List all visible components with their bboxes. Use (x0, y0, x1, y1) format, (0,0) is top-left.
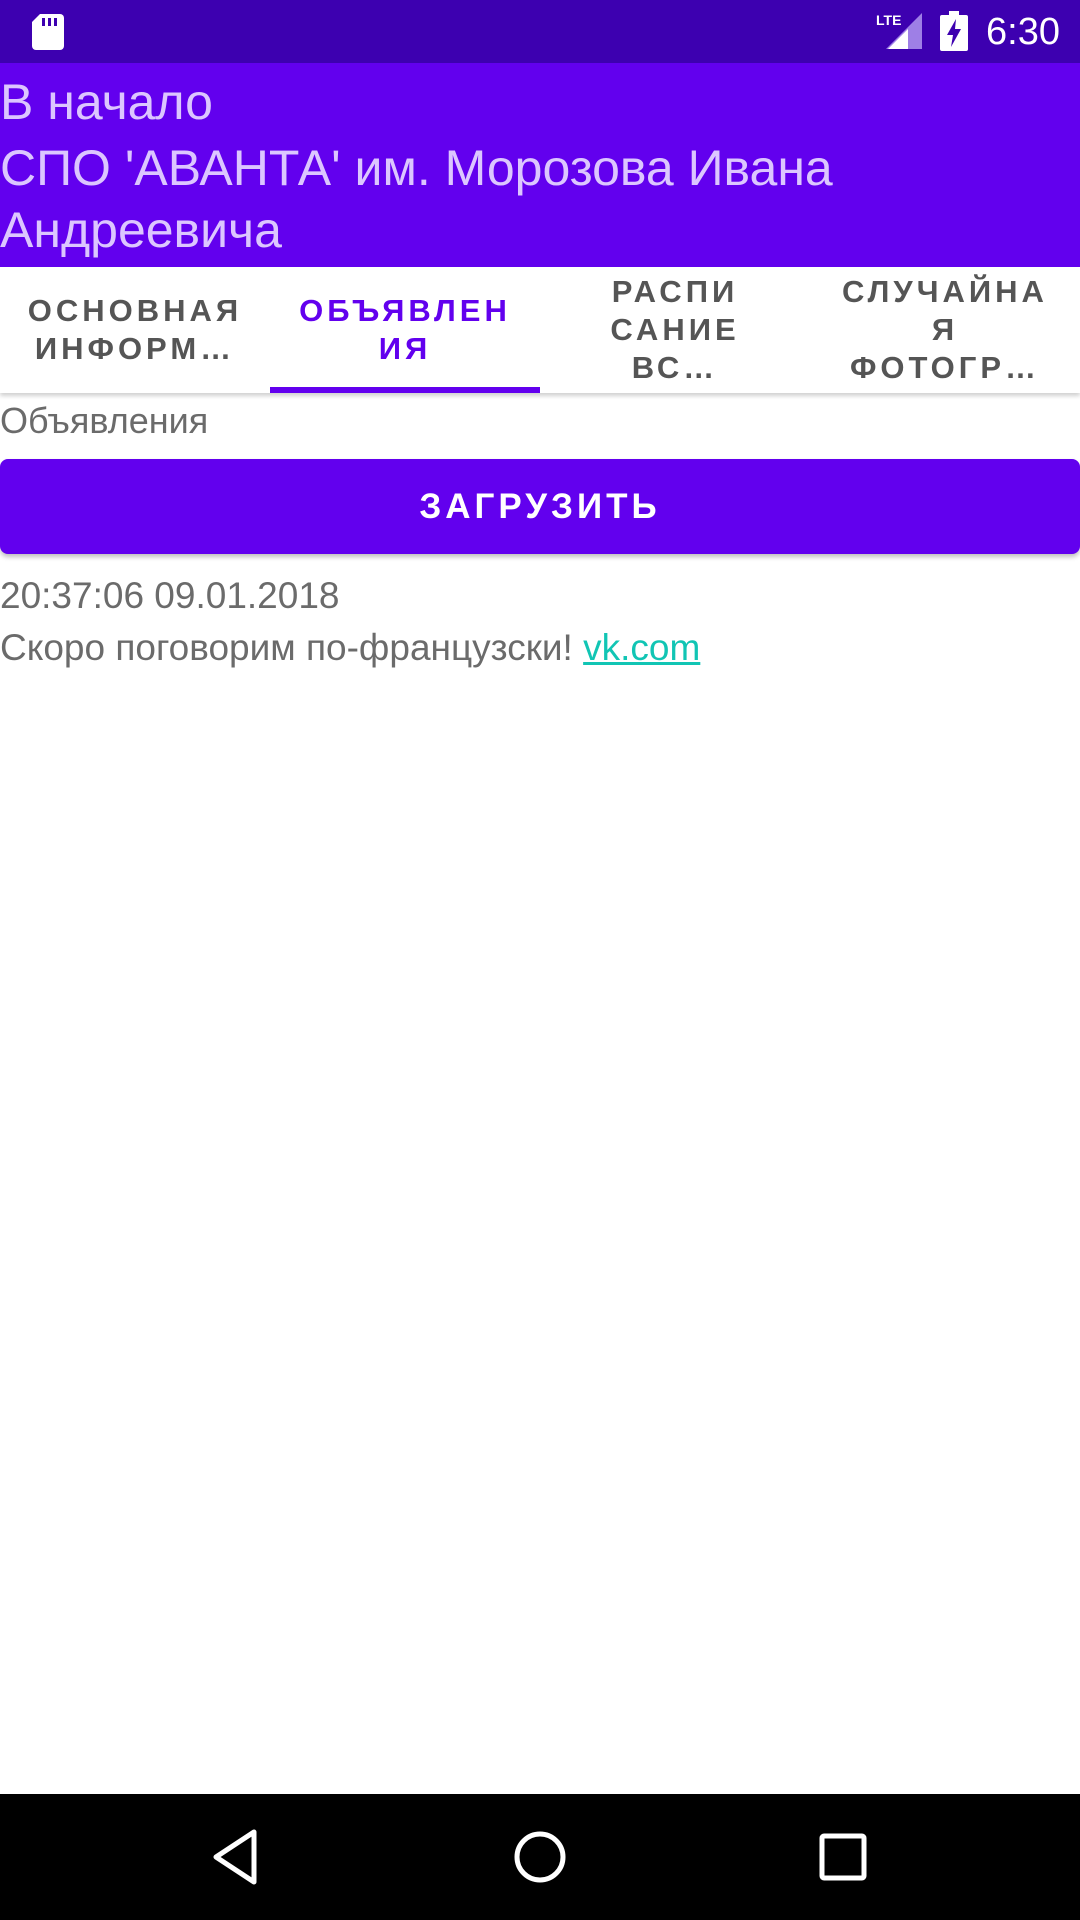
svg-text:LTE: LTE (876, 12, 901, 28)
status-bar: LTE 6:30 (0, 0, 1080, 63)
announcement-text: Скоро поговорим по-французски! vk.com (0, 624, 700, 672)
page-title: СПО 'АВАНТА' им. Морозова Ивана Андрееви… (0, 140, 833, 258)
signal-icon: LTE (876, 12, 922, 49)
load-button[interactable]: ЗАГРУЗИТЬ (0, 459, 1080, 554)
tab-label: ОСНОВНАЯ ИНФОРМ… (27, 293, 243, 366)
tab-active-indicator (270, 387, 540, 393)
section-title: Объявления (0, 400, 209, 441)
tab-bar: ОСНОВНАЯ ИНФОРМ… ОБЪЯВЛЕН ИЯ РАСПИ САНИЕ… (0, 267, 1080, 393)
home-link[interactable]: В начало (0, 71, 213, 133)
back-icon[interactable] (204, 1824, 270, 1890)
announcement-body: Скоро поговорим по-французски! (0, 627, 584, 668)
tab-label: ОБЪЯВЛЕН ИЯ (299, 293, 511, 366)
tab-random-photo[interactable]: СЛУЧАЙНА Я ФОТОГР… (810, 267, 1080, 393)
tab-schedule[interactable]: РАСПИ САНИЕ ВС… (540, 267, 810, 393)
battery-charging-icon (940, 11, 968, 51)
status-clock: 6:30 (986, 11, 1060, 53)
tab-announcements[interactable]: ОБЪЯВЛЕН ИЯ (270, 267, 540, 393)
tab-label: РАСПИ САНИЕ ВС… (610, 274, 740, 385)
app-header: В начало СПО 'АВАНТА' им. Морозова Ивана… (0, 63, 1080, 267)
announcement-link[interactable]: vk.com (583, 627, 700, 668)
announcement-timestamp: 20:37:06 09.01.2018 (0, 575, 340, 616)
home-icon[interactable] (507, 1824, 573, 1890)
recents-icon[interactable] (810, 1824, 876, 1890)
sd-card-icon (32, 14, 64, 50)
tab-main-info[interactable]: ОСНОВНАЯ ИНФОРМ… (0, 267, 270, 393)
navigation-bar (0, 1794, 1080, 1920)
tab-label: СЛУЧАЙНА Я ФОТОГР… (842, 274, 1048, 385)
